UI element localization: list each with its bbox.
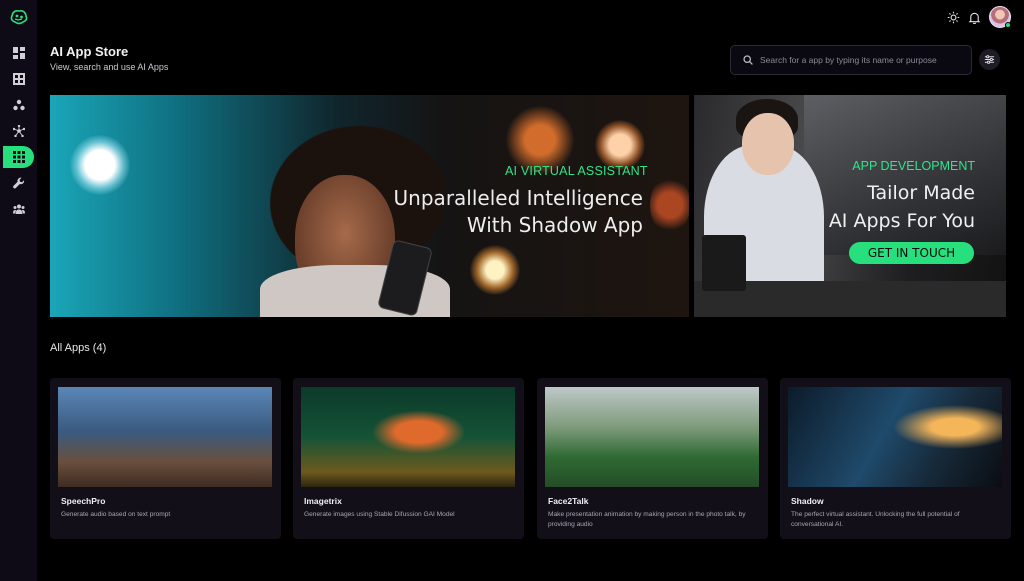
banner-light-glow [70, 135, 130, 195]
sidebar-item-tools[interactable] [0, 172, 37, 194]
page-subtitle: View, search and use AI Apps [50, 62, 169, 72]
banner-headline-line: With Shadow App [466, 213, 643, 237]
notifications-button[interactable] [966, 9, 982, 25]
sidebar-item-dashboard[interactable] [0, 42, 37, 64]
app-card-title: SpeechPro [61, 496, 106, 506]
app-card-shadow[interactable]: Shadow The perfect virtual assistant. Un… [780, 378, 1011, 539]
bell-icon [968, 12, 980, 24]
sun-icon [947, 11, 959, 23]
app-card-title: Face2Talk [548, 496, 589, 506]
apps-icon [12, 151, 25, 163]
banner-headline-line: Unparalleled Intelligence [393, 186, 643, 210]
sidebar-item-network[interactable] [0, 120, 37, 142]
banner-headline-line: AI Apps For You [828, 210, 975, 232]
banner-bokeh [650, 175, 689, 235]
banner-headline: Unparalleled Intelligence With Shadow Ap… [343, 185, 643, 239]
wrench-icon [12, 177, 24, 189]
sidebar-item-nodes[interactable] [0, 94, 37, 116]
app-card-title: Imagetrix [304, 496, 342, 506]
banner-eyebrow: AI VIRTUAL ASSISTANT [505, 164, 648, 178]
banner-ai-virtual-assistant[interactable]: AI VIRTUAL ASSISTANT Unparalleled Intell… [50, 95, 689, 317]
section-title: All Apps (4) [50, 342, 107, 354]
app-thumbnail [58, 387, 272, 487]
get-in-touch-button[interactable]: GET IN TOUCH [849, 242, 974, 264]
app-card-face2talk[interactable]: Face2Talk Make presentation animation by… [537, 378, 768, 539]
app-card-description: The perfect virtual assistant. Unlocking… [791, 511, 960, 528]
app-card-description: Generate audio based on text prompt [61, 511, 171, 518]
banner-headline: Tailor Made AI Apps For You [775, 179, 975, 235]
nodes-icon [12, 99, 25, 111]
app-thumbnail [301, 387, 515, 487]
filter-button[interactable] [979, 49, 1000, 70]
sidebar-item-grid[interactable] [0, 68, 37, 90]
sidebar-item-apps[interactable] [3, 146, 34, 168]
banner-bokeh [470, 245, 520, 295]
search-icon [743, 55, 753, 65]
sliders-icon [984, 55, 995, 64]
banner-photo-mug [702, 235, 746, 291]
banner-bokeh [595, 120, 645, 170]
network-icon [12, 125, 25, 137]
app-card-title: Shadow [791, 496, 824, 506]
search-box[interactable] [730, 45, 972, 75]
brand-logo-icon[interactable] [9, 8, 29, 26]
online-status-dot [1005, 22, 1011, 28]
app-thumbnail [788, 387, 1002, 487]
theme-toggle-button[interactable] [945, 9, 961, 25]
search-input[interactable] [760, 55, 960, 65]
app-card-description: Make presentation animation by making pe… [548, 511, 746, 528]
banner-eyebrow: APP DEVELOPMENT [852, 159, 975, 173]
app-card-speechpro[interactable]: SpeechPro Generate audio based on text p… [50, 378, 281, 539]
grid-icon [12, 73, 25, 85]
sidebar [0, 0, 37, 581]
page-title: AI App Store [50, 44, 129, 59]
dashboard-icon [12, 47, 25, 59]
sidebar-item-team[interactable] [0, 198, 37, 220]
app-card-imagetrix[interactable]: Imagetrix Generate images using Stable D… [293, 378, 524, 539]
banner-photo-face [742, 113, 794, 175]
app-thumbnail [545, 387, 759, 487]
app-card-description: Generate images using Stable Difussion G… [304, 511, 455, 518]
team-icon [12, 204, 25, 214]
banner-app-development[interactable]: APP DEVELOPMENT Tailor Made AI Apps For … [694, 95, 1006, 317]
banner-headline-line: Tailor Made [867, 182, 975, 204]
